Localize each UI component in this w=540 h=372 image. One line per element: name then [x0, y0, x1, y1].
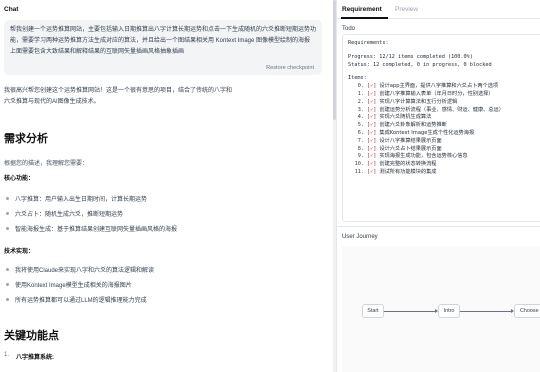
list-item: 智能海报生成：基于推算结果创建互联网矢量插画风格的海报 [4, 224, 177, 233]
checkbox-checked-icon: [✓] [367, 129, 377, 136]
section-subtitle: 根据您的描述，我理解您需要： [4, 161, 89, 167]
user-message: 帮我创建一个运势推算网站，主要包括输入日期推算出八字计算长期运势和点击一下生成随… [4, 20, 322, 75]
list-item: 使用Kontext Image模型生成相关的海报图片 [4, 280, 132, 289]
chat-panel: Chat 帮我创建一个运势推算网站，主要包括输入日期推算出八字计算长期运势和点击… [0, 0, 333, 372]
bullet-icon [6, 227, 9, 230]
section-title-requirements: 需求分析 [4, 133, 48, 145]
todo-item: 2. [✓] 实现八字计算算法和五行分析逻辑 [357, 98, 458, 105]
checkbox-checked-icon: [✓] [367, 153, 377, 160]
bullet-icon [6, 197, 9, 200]
active-tab-indicator [341, 17, 388, 19]
core-features-label: 核心功能： [4, 176, 35, 182]
checkbox-checked-icon: [✓] [367, 168, 377, 175]
journey-node-start[interactable]: Start [362, 304, 384, 318]
bullet-icon [6, 298, 9, 301]
panel-divider [337, 226, 540, 227]
side-panel: Requirement Preview Todo Requirements: P… [336, 0, 540, 372]
chat-title: Chat [4, 6, 19, 13]
checkbox-checked-icon: [✓] [367, 83, 377, 90]
todo-items-list: 0. [✓] 设计app主界面，提供八字推算和六爻占卜两个选项 1. [✓] 创建八字推算… [348, 83, 536, 177]
checkbox-checked-icon: [✓] [367, 90, 377, 97]
checkbox-checked-icon: [✓] [367, 114, 377, 121]
requirements-heading: Requirements: [348, 40, 389, 46]
journey-node-choose[interactable]: Choose For [514, 304, 540, 318]
todo-item: 1. [✓] 创建八字推算输入表单（年月日时分，性别选择） [357, 90, 494, 97]
list-item: 所有运势推算都可以通过LLM的逻辑推理能力完成 [4, 295, 147, 304]
restore-checkpoint-button[interactable]: Restore checkpoint [266, 65, 314, 71]
tab-requirement[interactable]: Requirement [342, 6, 382, 13]
list-item: 1. 八字推算系统: [4, 352, 54, 361]
todo-item: 9. [✓] 实现海报生成功能，包含运势核心信息 [357, 153, 468, 160]
journey-node-intro[interactable]: Intro [438, 304, 460, 318]
status-line: Status: 12 completed, 0 in progress, 0 b… [348, 61, 492, 68]
bullet-icon [6, 268, 9, 271]
list-item: 八字推算：用户输入出生日期时间，计算长期运势 [4, 194, 147, 203]
tab-bar: Requirement Preview [337, 0, 540, 19]
list-item: 六爻占卜：随机生成六爻，推断短期运势 [4, 209, 123, 218]
todo-item: 4. [✓] 实现六爻随机生成算法 [357, 114, 432, 121]
user-message-text: 帮我创建一个运势推算网站，主要包括输入日期推算出八字计算长期运势和点击一下生成随… [10, 27, 317, 55]
todo-item: 0. [✓] 设计app主界面，提供八字推算和六爻占卜两个选项 [357, 83, 499, 90]
reply-intro-line-2: 六爻推算与现代的AI图像生成技术。 [4, 99, 100, 105]
todo-item: 6. [✓] 集成Kontext Image生成个性化运势海报 [357, 129, 475, 136]
tech-impl-label: 技术实现： [4, 249, 35, 255]
checkbox-checked-icon: [✓] [367, 137, 377, 144]
todo-label: Todo [342, 26, 356, 32]
todo-code-block: Requirements: Progress: 12/12 items comp… [342, 34, 540, 222]
progress-line: Progress: 12/12 items completed (100.0%) [348, 53, 473, 60]
bullet-icon [6, 283, 9, 286]
reply-intro-line-1: 我很高兴帮您创建这个运势推算网站！这是一个很有意思的项目，结合了传统的八字和 [4, 88, 233, 94]
bullet-icon [6, 212, 9, 215]
journey-edge [460, 311, 512, 312]
tab-preview[interactable]: Preview [395, 6, 418, 13]
list-item: 我将使用Claude来实现八字和六爻的算法逻辑和解读 [4, 265, 154, 274]
user-journey-label: User Journey [342, 234, 378, 240]
checkbox-checked-icon: [✓] [367, 122, 377, 129]
user-journey-diagram[interactable]: Start Intro Choose For [342, 246, 540, 372]
todo-item: 3. [✓] 创建运势分析流程（事业、感情、财运、健康、总运） [357, 106, 504, 113]
todo-item: 11. [✓] 测试所有功能模块的集成 [354, 168, 437, 175]
checkbox-checked-icon: [✓] [367, 161, 377, 168]
todo-item: 10. [✓] 创建完整的状态转换流程 [354, 161, 437, 168]
todo-item: 7. [✓] 设计八字推算结果展示页面 [357, 137, 442, 144]
checkbox-checked-icon: [✓] [367, 98, 377, 105]
checkbox-checked-icon: [✓] [367, 106, 377, 113]
todo-item: 5. [✓] 创建六爻卦象解析和运势推断 [357, 122, 447, 129]
section-title-key-features: 关键功能点 [4, 330, 59, 342]
checkbox-checked-icon: [✓] [367, 145, 377, 152]
journey-edge [384, 311, 436, 312]
